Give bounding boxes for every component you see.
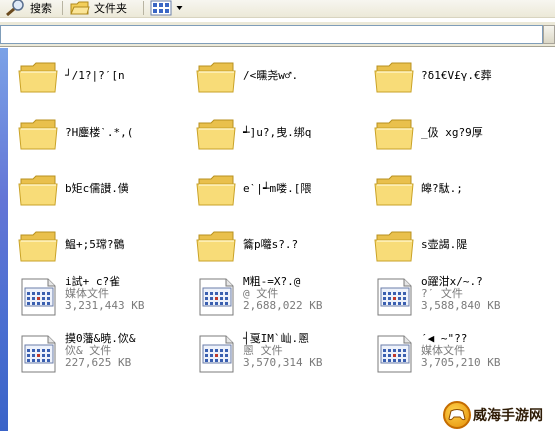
toolbar: 搜索 文件夹 — [0, 0, 555, 18]
folder-name: b矩c儒讃.僙 — [65, 182, 129, 195]
folders-icon — [70, 1, 90, 15]
folder-icon — [196, 175, 236, 206]
file-item[interactable]: ˊ◀ ~"?? 媒体文件 3,705,210 KB — [374, 333, 500, 375]
folder-item[interactable]: ?H鏖楼ˋ.*,( — [18, 113, 133, 155]
folder-name: 皞?駄.; — [421, 182, 463, 195]
task-pane — [0, 48, 8, 431]
file-item[interactable]: o躍泔x/~.? ?ˊ 文件 3,588,840 KB — [374, 276, 500, 318]
address-input[interactable] — [0, 25, 543, 44]
folder-item[interactable]: ┵]u?,曳.绑q — [196, 113, 311, 155]
file-size: 3,705,210 KB — [421, 356, 501, 369]
folder-item[interactable]: 籥p囖s?.? — [196, 225, 298, 267]
folder-name: /<曛尧w♂. — [243, 69, 299, 82]
folder-name: _伋 xg?9厚 — [421, 126, 483, 139]
address-bar — [0, 21, 555, 47]
media-file-icon — [199, 335, 234, 373]
folder-name: s壶謁.隄 — [421, 238, 468, 251]
file-item[interactable]: 摸0藩&暁.佽& 佽& 文件 227,625 KB — [18, 333, 136, 375]
file-item[interactable]: ┤戛IM`屾.慁慁 文件 3,570,314 KB — [196, 333, 322, 375]
folder-name: eˋ|┵m喽.[隈 — [243, 182, 312, 195]
folder-item[interactable]: /<曛尧w♂. — [196, 56, 298, 98]
folder-item[interactable]: s壶謁.隄 — [374, 225, 467, 267]
file-size: 3,588,840 KB — [421, 299, 501, 312]
folder-item[interactable]: 皞?駄.; — [374, 169, 463, 211]
folder-icon — [374, 62, 414, 93]
media-file-icon — [199, 278, 234, 316]
file-size: 3,570,314 KB — [243, 356, 323, 369]
folder-item[interactable]: ┘/1?|?ˊ[n — [18, 56, 125, 98]
chevron-down-icon[interactable] — [176, 0, 183, 16]
folder-name: ┘/1?|?ˊ[n — [65, 69, 125, 82]
file-size: 227,625 KB — [65, 356, 132, 369]
media-file-icon — [377, 278, 412, 316]
folders-button[interactable]: 文件夹 — [70, 0, 127, 16]
file-item[interactable]: M粗-=X?.@ @ 文件 2,688,022 KB — [196, 276, 322, 318]
folders-button-label: 文件夹 — [94, 2, 127, 15]
file-size: 2,688,022 KB — [243, 299, 323, 312]
folder-item[interactable]: ?δ1€V£γ.€葬 — [374, 56, 492, 98]
folder-name: ?H鏖楼ˋ.*,( — [65, 126, 134, 139]
folder-item[interactable]: _伋 xg?9厚 — [374, 113, 483, 155]
folder-item[interactable]: b矩c儒讃.僙 — [18, 169, 129, 211]
game-controller-icon — [448, 409, 466, 421]
folder-name: ?δ1€V£γ.€葬 — [421, 69, 492, 82]
watermark-logo — [443, 401, 471, 429]
folder-item[interactable]: 鰛+;5瑺?鶻 — [18, 225, 125, 267]
folder-icon — [18, 119, 58, 150]
folder-name: 鰛+;5瑺?鶻 — [65, 238, 125, 251]
file-size: 3,231,443 KB — [65, 299, 145, 312]
folder-name: 籥p囖s?.? — [243, 238, 299, 251]
search-icon — [6, 0, 24, 16]
folder-icon — [18, 62, 58, 93]
folder-icon — [196, 119, 236, 150]
watermark-text: 威海手游网 — [473, 408, 543, 424]
folder-item[interactable]: eˋ|┵m喽.[隈 — [196, 169, 311, 211]
folder-icon — [374, 231, 414, 262]
folder-icon — [18, 231, 58, 262]
address-go-button[interactable] — [543, 25, 555, 44]
folder-icon — [374, 175, 414, 206]
folder-icon — [196, 231, 236, 262]
toolbar-separator — [143, 1, 144, 15]
folder-name: ┵]u?,曳.绑q — [243, 126, 312, 139]
media-file-icon — [377, 335, 412, 373]
views-icon — [150, 0, 172, 16]
search-button-label: 搜索 — [30, 2, 52, 15]
file-item[interactable]: i試+ c?雀 媒体文件 3,231,443 KB — [18, 276, 144, 318]
folder-icon — [374, 119, 414, 150]
folder-icon — [196, 62, 236, 93]
media-file-icon — [21, 335, 56, 373]
folder-icon — [18, 175, 58, 206]
toolbar-separator — [62, 1, 63, 15]
search-button[interactable]: 搜索 — [2, 0, 52, 16]
file-list-view: ┘/1?|?ˊ[n /<曛尧w♂. ?δ1€V£γ.€葬 ?H鏖楼ˋ.*,( ┵]u?,… — [8, 48, 555, 431]
watermark: 威海手游网 — [443, 400, 553, 430]
views-button[interactable] — [150, 0, 183, 16]
media-file-icon — [21, 278, 56, 316]
